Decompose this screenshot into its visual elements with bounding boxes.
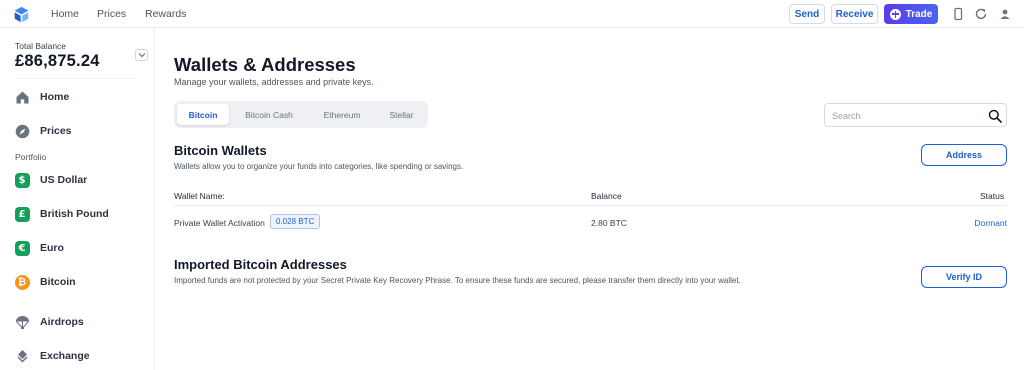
plus-circle-icon	[889, 8, 901, 20]
sidebar-item-us-dollar[interactable]: $ US Dollar	[12, 169, 147, 191]
pound-icon-glyph: £	[14, 206, 30, 222]
wallets-section-title: Bitcoin Wallets	[174, 143, 267, 158]
sidebar-item-label: Exchange	[40, 350, 90, 362]
send-button[interactable]: Send	[789, 4, 825, 24]
refresh-icon[interactable]	[974, 7, 988, 21]
search-box	[824, 103, 1007, 127]
nav-rewards-link[interactable]: Rewards	[145, 8, 186, 20]
blockchain-logo-icon[interactable]	[13, 6, 30, 23]
wallet-name-cell: Private Wallet Activation	[174, 218, 265, 228]
sidebar-item-home[interactable]: Home	[12, 86, 147, 108]
parachute-icon	[14, 314, 30, 330]
compass-icon	[14, 123, 30, 139]
add-address-button[interactable]: Address	[921, 144, 1007, 166]
home-icon	[14, 89, 30, 105]
sidebar-item-label: Airdrops	[40, 316, 84, 328]
sidebar: Total Balance £86,875.24 Home Prices Por…	[0, 28, 155, 370]
receive-button[interactable]: Receive	[831, 4, 878, 24]
euro-icon: €	[14, 240, 30, 256]
column-header-status: Status	[980, 191, 1005, 201]
euro-icon-glyph: €	[14, 240, 30, 256]
imported-section-title: Imported Bitcoin Addresses	[174, 257, 347, 272]
tab-ethereum[interactable]: Ethereum	[309, 104, 375, 125]
balance-dropdown-toggle[interactable]	[135, 49, 148, 61]
nav-prices-link[interactable]: Prices	[97, 8, 126, 20]
top-navbar: Home Prices Rewards Send Receive Trade	[0, 0, 1024, 28]
nav-home-link[interactable]: Home	[51, 8, 79, 20]
trade-button[interactable]: Trade	[884, 4, 938, 24]
total-balance-label: Total Balance	[15, 41, 67, 51]
total-balance-value: £86,875.24	[15, 52, 100, 70]
tab-stellar[interactable]: Stellar	[378, 104, 425, 125]
search-icon[interactable]	[988, 109, 1002, 123]
imported-section-description: Imported funds are not protected by your…	[174, 276, 741, 285]
bitcoin-icon: ₿	[14, 274, 30, 290]
btc-amount-badge: 0.028 BTC	[270, 214, 321, 229]
tab-bitcoin-cash[interactable]: Bitcoin Cash	[232, 104, 306, 125]
dollar-icon: $	[14, 172, 30, 188]
tab-bitcoin[interactable]: Bitcoin	[177, 104, 229, 125]
sidebar-item-bitcoin[interactable]: ₿ Bitcoin	[12, 271, 147, 293]
sidebar-item-british-pound[interactable]: £ British Pound	[12, 203, 147, 225]
sidebar-item-label: Prices	[40, 125, 72, 137]
wallets-section-description: Wallets allow you to organize your funds…	[174, 162, 464, 171]
wallet-status-link[interactable]: Dormant	[974, 218, 1007, 228]
wallet-balance-cell: 2.80 BTC	[591, 218, 627, 228]
dollar-icon-glyph: $	[14, 172, 30, 188]
sidebar-item-label: British Pound	[40, 208, 109, 220]
exchange-icon	[14, 348, 30, 364]
trade-button-label: Trade	[905, 8, 933, 20]
page-title: Wallets & Addresses	[174, 54, 356, 75]
pound-icon: £	[14, 206, 30, 222]
table-row[interactable]: Private Wallet Activation 0.028 BTC 2.80…	[174, 206, 1007, 240]
chevron-down-icon	[138, 53, 145, 58]
sidebar-item-prices[interactable]: Prices	[12, 120, 147, 142]
sidebar-item-airdrops[interactable]: Airdrops	[12, 311, 147, 333]
sidebar-item-label: Euro	[40, 242, 64, 254]
sidebar-item-label: Bitcoin	[40, 276, 76, 288]
sidebar-item-exchange[interactable]: Exchange	[12, 345, 147, 367]
verify-id-button[interactable]: Verify ID	[921, 266, 1007, 288]
bitcoin-icon-glyph: ₿	[14, 274, 30, 290]
sidebar-item-label: Home	[40, 91, 70, 103]
coin-tabs: Bitcoin Bitcoin Cash Ethereum Stellar	[174, 101, 428, 128]
sidebar-item-euro[interactable]: € Euro	[12, 237, 147, 259]
page-subtitle: Manage your wallets, addresses and priva…	[174, 77, 374, 87]
search-input[interactable]	[832, 108, 982, 123]
mobile-phone-icon[interactable]	[951, 7, 965, 21]
column-header-wallet-name: Wallet Name:	[174, 191, 225, 201]
column-header-balance: Balance	[591, 191, 622, 201]
balance-divider	[15, 78, 137, 79]
sidebar-item-label: US Dollar	[40, 174, 88, 186]
user-icon[interactable]	[998, 7, 1012, 21]
portfolio-section-label: Portfolio	[15, 152, 47, 162]
